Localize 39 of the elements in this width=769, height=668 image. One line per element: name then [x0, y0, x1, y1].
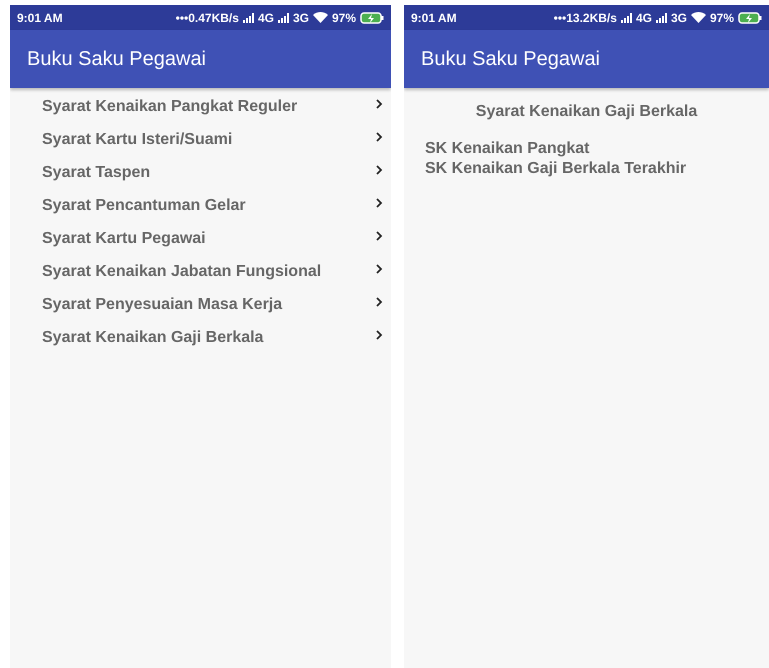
network-type: 4G — [258, 10, 274, 26]
status-time: 9:01 AM — [411, 10, 457, 26]
wifi-icon — [312, 12, 328, 23]
wifi-icon — [690, 12, 706, 23]
chevron-right-icon — [376, 264, 383, 274]
chevron-right-icon — [376, 296, 383, 306]
battery-percent: 97% — [332, 10, 356, 26]
menu-item[interactable]: Syarat Kartu Isteri/Suami — [10, 123, 391, 156]
signal-icon — [620, 12, 632, 22]
chevron-right-icon — [376, 330, 383, 340]
section-heading: Syarat Kenaikan Gaji Berkala — [474, 102, 698, 122]
app-title: Buku Saku Pegawai — [421, 47, 600, 72]
battery-icon — [360, 12, 384, 24]
network-type: 4G — [636, 10, 652, 26]
chevron-right-icon — [376, 98, 383, 108]
menu-item[interactable]: Syarat Kartu Pegawai — [10, 222, 391, 255]
menu-item[interactable]: Syarat Penyesuaian Masa Kerja — [10, 288, 391, 321]
chevron-right-icon — [376, 132, 383, 142]
menu-item[interactable]: Syarat Pencantuman Gelar — [10, 189, 391, 222]
network-type: 3G — [292, 10, 309, 26]
menu-item[interactable]: Syarat Kenaikan Pangkat Reguler — [10, 90, 391, 123]
menu-item[interactable]: Syarat Kenaikan Jabatan Fungsional — [10, 255, 391, 288]
chevron-right-icon — [376, 164, 383, 174]
signal-icon — [656, 12, 667, 22]
signal-icon — [278, 12, 289, 22]
menu-item[interactable]: Syarat Kenaikan Gaji Berkala — [10, 321, 391, 354]
chevron-right-icon — [376, 198, 383, 208]
status-time: 9:01 AM — [17, 10, 63, 26]
menu-item[interactable]: Syarat Taspen — [10, 156, 391, 189]
chevron-right-icon — [376, 230, 383, 240]
app-title: Buku Saku Pegawai — [27, 47, 206, 72]
signal-icon — [242, 12, 254, 22]
battery-percent: 97% — [710, 10, 734, 26]
requirement-text: SK Kenaikan Pangkat — [424, 139, 590, 159]
network-type: 3G — [670, 10, 687, 26]
network-speed: •••13.2KB/s — [554, 10, 617, 26]
network-speed: •••0.47KB/s — [176, 10, 239, 26]
requirement-text: SK Kenaikan Gaji Berkala Terakhir — [424, 159, 688, 179]
battery-icon — [738, 12, 762, 24]
